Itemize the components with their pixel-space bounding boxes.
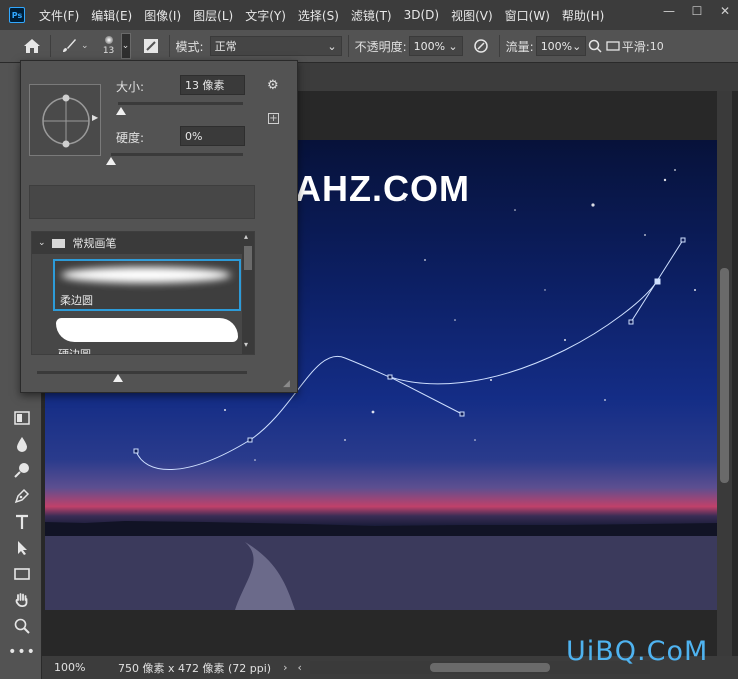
menu-view[interactable]: 视图(V) [451, 7, 493, 24]
smoothing-label: 平滑: [621, 39, 650, 54]
blur-tool-icon[interactable] [11, 433, 33, 455]
folder-name: 常规画笔 [72, 237, 117, 250]
brush-preset-picker[interactable]: 13 [97, 32, 121, 60]
pressure-opacity-icon[interactable] [469, 34, 493, 58]
close-button[interactable]: ✕ [718, 4, 732, 18]
brush-item-hard-round[interactable]: 硬边圆 [53, 314, 241, 355]
tool-preset-chevron-icon[interactable]: ⌄ [81, 41, 89, 51]
window-controls: — ☐ ✕ [662, 4, 732, 18]
chevron-down-icon: ⌄ [448, 39, 458, 53]
menu-3d[interactable]: 3D(D) [404, 8, 439, 22]
folder-icon [51, 238, 65, 248]
scroll-up-icon[interactable]: ▴ [244, 232, 248, 241]
panel-settings-gear-icon[interactable]: ⚙ [267, 78, 279, 93]
size-slider-track[interactable] [118, 102, 243, 105]
more-tools-icon[interactable]: ••• [8, 641, 35, 663]
minimize-button[interactable]: — [662, 4, 676, 18]
preview-arrow-icon[interactable]: ▶ [92, 113, 98, 122]
mode-label: 模式: [175, 39, 204, 54]
flow-value: 100% [540, 39, 573, 53]
path-selection-tool-icon[interactable] [11, 537, 33, 559]
resize-grip-icon[interactable]: ◢ [283, 379, 290, 389]
menu-select[interactable]: 选择(S) [298, 7, 339, 24]
preview-size-slider-track[interactable] [37, 371, 247, 374]
search-brushes-field[interactable] [29, 185, 255, 219]
hardness-slider-track[interactable] [111, 153, 243, 156]
brush-name-soft: 柔边圆 [60, 294, 93, 307]
gradient-tool-icon[interactable] [11, 407, 33, 429]
treeline [45, 521, 717, 536]
search-icon[interactable] [586, 34, 604, 58]
brush-name-hard: 硬边圆 [58, 348, 91, 355]
separator [168, 35, 170, 57]
brush-list: ⌄ 常规画笔 柔边圆 硬边圆 ▴ ▾ [31, 231, 255, 355]
opacity-value: 100% [413, 39, 446, 53]
preview-size-slider-thumb[interactable] [113, 374, 123, 382]
size-input[interactable]: 13 像素 [180, 75, 245, 95]
brush-preset-picker-panel: ▶ 大小: 13 像素 硬度: 0% ⚙ + ⌄ 常规画笔 柔边圆 硬边圆 ▴ … [20, 60, 298, 393]
horizontal-scrollbar-thumb[interactable] [429, 663, 550, 672]
scroll-left-icon[interactable]: ‹ [298, 661, 302, 674]
new-preset-icon[interactable]: + [268, 113, 279, 124]
menu-file[interactable]: 文件(F) [39, 7, 79, 24]
document-info[interactable]: 750 像素 x 472 像素 (72 ppi) [118, 660, 271, 676]
mode-select[interactable]: 正常 ⌄ [209, 36, 342, 56]
pen-tool-icon[interactable] [11, 485, 33, 507]
brush-folder-row[interactable]: ⌄ 常规画笔 [32, 232, 242, 254]
smoothing-value[interactable]: 10 [650, 40, 664, 53]
status-expand-icon[interactable]: › [283, 661, 287, 674]
scroll-down-icon[interactable]: ▾ [244, 340, 248, 349]
zoom-tool-icon[interactable] [11, 615, 33, 637]
brush-tip-icon [104, 36, 113, 44]
hardness-input[interactable]: 0% [180, 126, 245, 146]
dodge-tool-icon[interactable] [11, 459, 33, 481]
type-tool-icon[interactable] [11, 511, 33, 533]
soft-stroke-preview [61, 267, 231, 283]
separator [50, 35, 51, 57]
zoom-level[interactable]: 100% [54, 661, 94, 674]
flow-label: 流量: [505, 39, 534, 54]
size-label: 大小: [116, 80, 145, 94]
rectangle-tool-icon[interactable] [11, 563, 33, 585]
hard-stroke-preview [56, 318, 238, 342]
brush-list-scrollbar[interactable]: ▴ ▾ [242, 232, 254, 354]
menu-help[interactable]: 帮助(H) [562, 7, 604, 24]
brush-angle-preview[interactable] [29, 84, 101, 156]
hardness-slider-thumb[interactable] [106, 157, 116, 165]
menu-bar: Ps 文件(F) 编辑(E) 图像(I) 图层(L) 文字(Y) 选择(S) 滤… [0, 0, 738, 30]
menu-type[interactable]: 文字(Y) [245, 7, 286, 24]
brush-item-soft-round[interactable]: 柔边圆 [53, 259, 241, 311]
hardness-label: 硬度: [116, 131, 145, 145]
menu-filter[interactable]: 滤镜(T) [351, 7, 392, 24]
flow-input[interactable]: 100% ⌄ [535, 36, 586, 56]
menu-window[interactable]: 窗口(W) [505, 7, 550, 24]
brush-list-scroll-thumb[interactable] [244, 246, 252, 270]
opacity-label: 不透明度: [354, 39, 407, 54]
canvas-watermark-text: AHZ.COM [295, 168, 470, 209]
hand-tool-icon[interactable] [11, 589, 33, 611]
snow-field [45, 536, 717, 610]
site-watermark: UiBQ.CoM [566, 636, 709, 667]
airbrush-icon[interactable] [604, 34, 622, 58]
separator [347, 35, 349, 57]
home-icon[interactable] [20, 34, 44, 58]
opacity-input[interactable]: 100% ⌄ [408, 36, 463, 56]
chevron-down-icon: ⌄ [38, 238, 46, 248]
menu-edit[interactable]: 编辑(E) [91, 7, 132, 24]
size-slider-thumb[interactable] [115, 107, 126, 115]
brush-settings-icon[interactable] [139, 34, 163, 58]
options-bar: ⌄ 13 ⌄ 模式: 正常 ⌄ 不透明度: 100% ⌄ 流量: 100% ⌄ … [0, 30, 738, 63]
menu-image[interactable]: 图像(I) [144, 7, 181, 24]
brush-tool-icon[interactable] [57, 34, 81, 58]
vertical-scrollbar-thumb[interactable] [720, 268, 729, 483]
photoshop-logo: Ps [9, 7, 25, 23]
brush-picker-dropdown-button[interactable]: ⌄ [120, 33, 131, 59]
mode-value: 正常 [214, 40, 237, 53]
menu-layer[interactable]: 图层(L) [193, 7, 233, 24]
maximize-button[interactable]: ☐ [690, 4, 704, 18]
chevron-down-icon: ⌄ [327, 39, 337, 53]
separator [498, 35, 500, 57]
brush-size-label: 13 [102, 46, 115, 56]
chevron-down-icon: ⌄ [572, 39, 582, 53]
